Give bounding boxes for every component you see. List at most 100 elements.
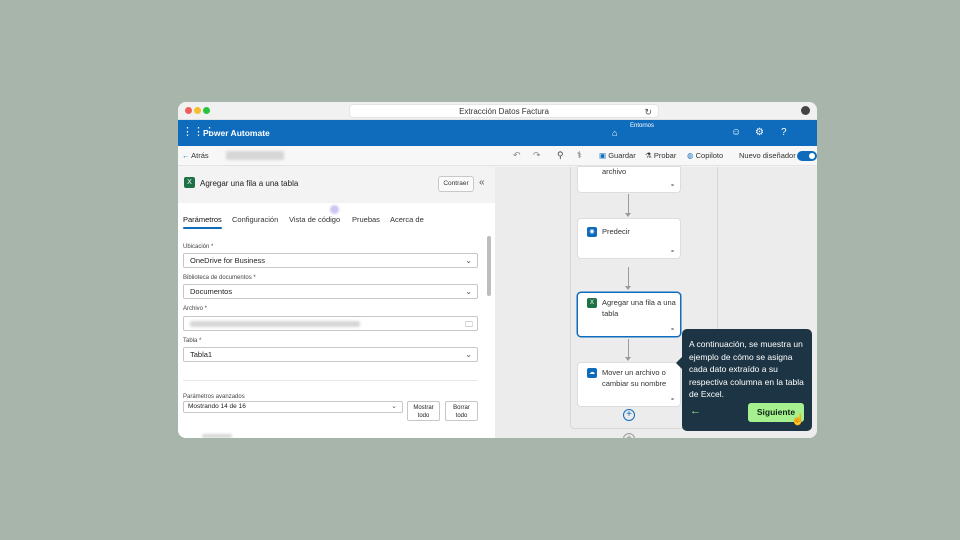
mouse-highlight xyxy=(330,205,339,214)
save-button[interactable]: ▣ Guardar xyxy=(599,151,636,160)
location-select[interactable]: OneDrive for Business ⌄ xyxy=(183,253,478,268)
clear-all-line1: Borrar xyxy=(453,405,470,411)
tab-code-view[interactable]: Vista de código xyxy=(289,215,340,224)
flow-connector xyxy=(625,267,631,290)
library-label: Biblioteca de documentos * xyxy=(183,275,256,281)
minimize-window-icon[interactable] xyxy=(194,107,201,114)
panel-header: X Agregar una fila a una tabla Contraer … xyxy=(178,167,495,203)
app-name: Power Automate xyxy=(203,128,270,138)
link-icon: ⚭ xyxy=(669,249,675,255)
step-card-file[interactable]: archivo ⚭ xyxy=(578,167,680,192)
tab-tests[interactable]: Pruebas xyxy=(352,215,380,224)
new-designer-label: Nuevo diseñador xyxy=(739,151,796,160)
chevron-down-icon: ⌄ xyxy=(465,256,472,265)
app-header: ⋮⋮⋮ Power Automate ⌂ Entornos ☺ ⚙ ? xyxy=(178,120,817,146)
ai-builder-icon: ◉ xyxy=(587,227,597,237)
location-label: Ubicación * xyxy=(183,244,214,250)
collapse-panel-icon[interactable]: « xyxy=(479,177,485,188)
flow-connector xyxy=(625,194,631,217)
save-icon: ▣ xyxy=(599,151,607,160)
table-select[interactable]: Tabla1 ⌄ xyxy=(183,347,478,362)
step-label-line2: cambiar su nombre xyxy=(602,379,667,388)
show-all-button[interactable]: Mostrar todo xyxy=(407,401,440,421)
hand-cursor-icon: ☝ xyxy=(791,414,805,426)
save-label: Guardar xyxy=(608,151,636,160)
test-button[interactable]: ⚗ Probar xyxy=(645,151,676,160)
step-label: Agregar una fila a una xyxy=(602,298,676,307)
address-bar-title: Extracción Datos Factura xyxy=(459,107,549,116)
address-bar[interactable]: Extracción Datos Factura ↻ xyxy=(349,104,659,118)
step-label: Predecir xyxy=(602,227,630,236)
undo-icon[interactable]: ↶ xyxy=(513,150,521,161)
flow-name-redacted xyxy=(226,151,284,160)
excel-icon: X xyxy=(587,298,597,308)
panel-title: Agregar una fila a una tabla xyxy=(200,179,299,188)
clear-all-line2: todo xyxy=(455,413,468,419)
onedrive-icon: ☁ xyxy=(587,368,597,378)
show-all-line1: Mostrar xyxy=(413,405,434,411)
chevron-down-icon: ⌄ xyxy=(391,403,397,410)
tab-about[interactable]: Acerca de xyxy=(390,215,424,224)
extension-icon[interactable] xyxy=(801,106,810,115)
settings-gear-icon[interactable]: ⚙ xyxy=(755,127,764,138)
help-icon[interactable]: ? xyxy=(781,127,787,138)
comments-icon[interactable]: ⚲ xyxy=(557,150,564,161)
test-icon: ⚗ xyxy=(645,151,652,160)
file-path-redacted xyxy=(190,321,360,327)
folder-icon[interactable]: 🗀 xyxy=(465,318,473,331)
add-step-button-outer[interactable]: + xyxy=(623,433,635,438)
redo-icon[interactable]: ↷ xyxy=(533,150,541,161)
close-window-icon[interactable] xyxy=(185,107,192,114)
notifications-icon[interactable]: ☺ xyxy=(731,127,741,138)
step-card-move-file[interactable]: ☁ Mover un archivo o cambiar su nombre ⚭ xyxy=(578,363,680,406)
clear-all-button[interactable]: Borrar todo xyxy=(445,401,478,421)
advanced-parameters-label: Parámetros avanzados xyxy=(183,394,245,400)
tab-parameters[interactable]: Parámetros xyxy=(183,215,222,229)
test-label: Probar xyxy=(653,151,677,160)
chevron-down-icon: ⌄ xyxy=(465,287,472,296)
library-value: Documentos xyxy=(190,287,233,296)
chevron-down-icon: ⌄ xyxy=(465,350,472,359)
table-label: Tabla * xyxy=(183,338,202,344)
flow-checker-icon[interactable]: ⚕ xyxy=(577,150,582,161)
tab-configuration[interactable]: Configuración xyxy=(232,215,278,224)
environment-label[interactable]: Entornos xyxy=(630,123,654,129)
reload-icon[interactable]: ↻ xyxy=(644,106,652,119)
new-designer-toggle[interactable] xyxy=(797,151,817,161)
step-card-add-row[interactable]: X Agregar una fila a una tabla ⚭ xyxy=(578,293,680,336)
flow-connector xyxy=(625,339,631,361)
back-arrow-icon[interactable]: ← xyxy=(690,405,701,417)
back-label: Atrás xyxy=(191,151,209,160)
maximize-window-icon[interactable] xyxy=(203,107,210,114)
advanced-select-value: Mostrando 14 de 16 xyxy=(188,403,246,410)
tooltip-text: A continuación, se muestra un ejemplo de… xyxy=(689,339,804,399)
copilot-icon: ◍ xyxy=(687,151,694,160)
show-all-line2: todo xyxy=(417,413,430,419)
browser-titlebar: Extracción Datos Factura ↻ xyxy=(178,102,817,120)
step-label: archivo xyxy=(602,167,627,176)
collapse-button[interactable]: Contraer xyxy=(438,176,474,192)
step-label: Mover un archivo o xyxy=(602,368,666,377)
back-button[interactable]: ← Atrás xyxy=(182,151,209,160)
copilot-button[interactable]: ◍ Copiloto xyxy=(687,151,723,160)
file-label: Archivo * xyxy=(183,306,208,312)
file-input[interactable]: 🗀 xyxy=(183,316,478,331)
add-step-button[interactable]: + xyxy=(623,409,635,421)
link-icon: ⚭ xyxy=(669,397,675,403)
step-card-predict[interactable]: ◉ Predecir ⚭ xyxy=(578,219,680,258)
environment-icon[interactable]: ⌂ xyxy=(612,128,617,138)
divider xyxy=(183,380,478,381)
library-select[interactable]: Documentos ⌄ xyxy=(183,284,478,299)
command-bar: ← Atrás ↶ ↷ ⚲ ⚕ ▣ Guardar ⚗ Probar ◍ Cop… xyxy=(178,146,817,166)
location-value: OneDrive for Business xyxy=(190,256,266,265)
excel-icon: X xyxy=(184,177,195,188)
partial-field-label xyxy=(202,434,232,438)
table-value: Tabla1 xyxy=(190,350,213,359)
advanced-parameters-select[interactable]: Mostrando 14 de 16 ⌄ xyxy=(183,401,403,413)
panel-scrollbar[interactable] xyxy=(487,236,491,296)
step-label-line2: tabla xyxy=(602,309,619,318)
action-config-panel: X Agregar una fila a una tabla Contraer … xyxy=(178,167,495,438)
link-icon: ⚭ xyxy=(669,327,675,333)
link-icon: ⚭ xyxy=(669,183,675,189)
copilot-label: Copiloto xyxy=(695,151,724,160)
